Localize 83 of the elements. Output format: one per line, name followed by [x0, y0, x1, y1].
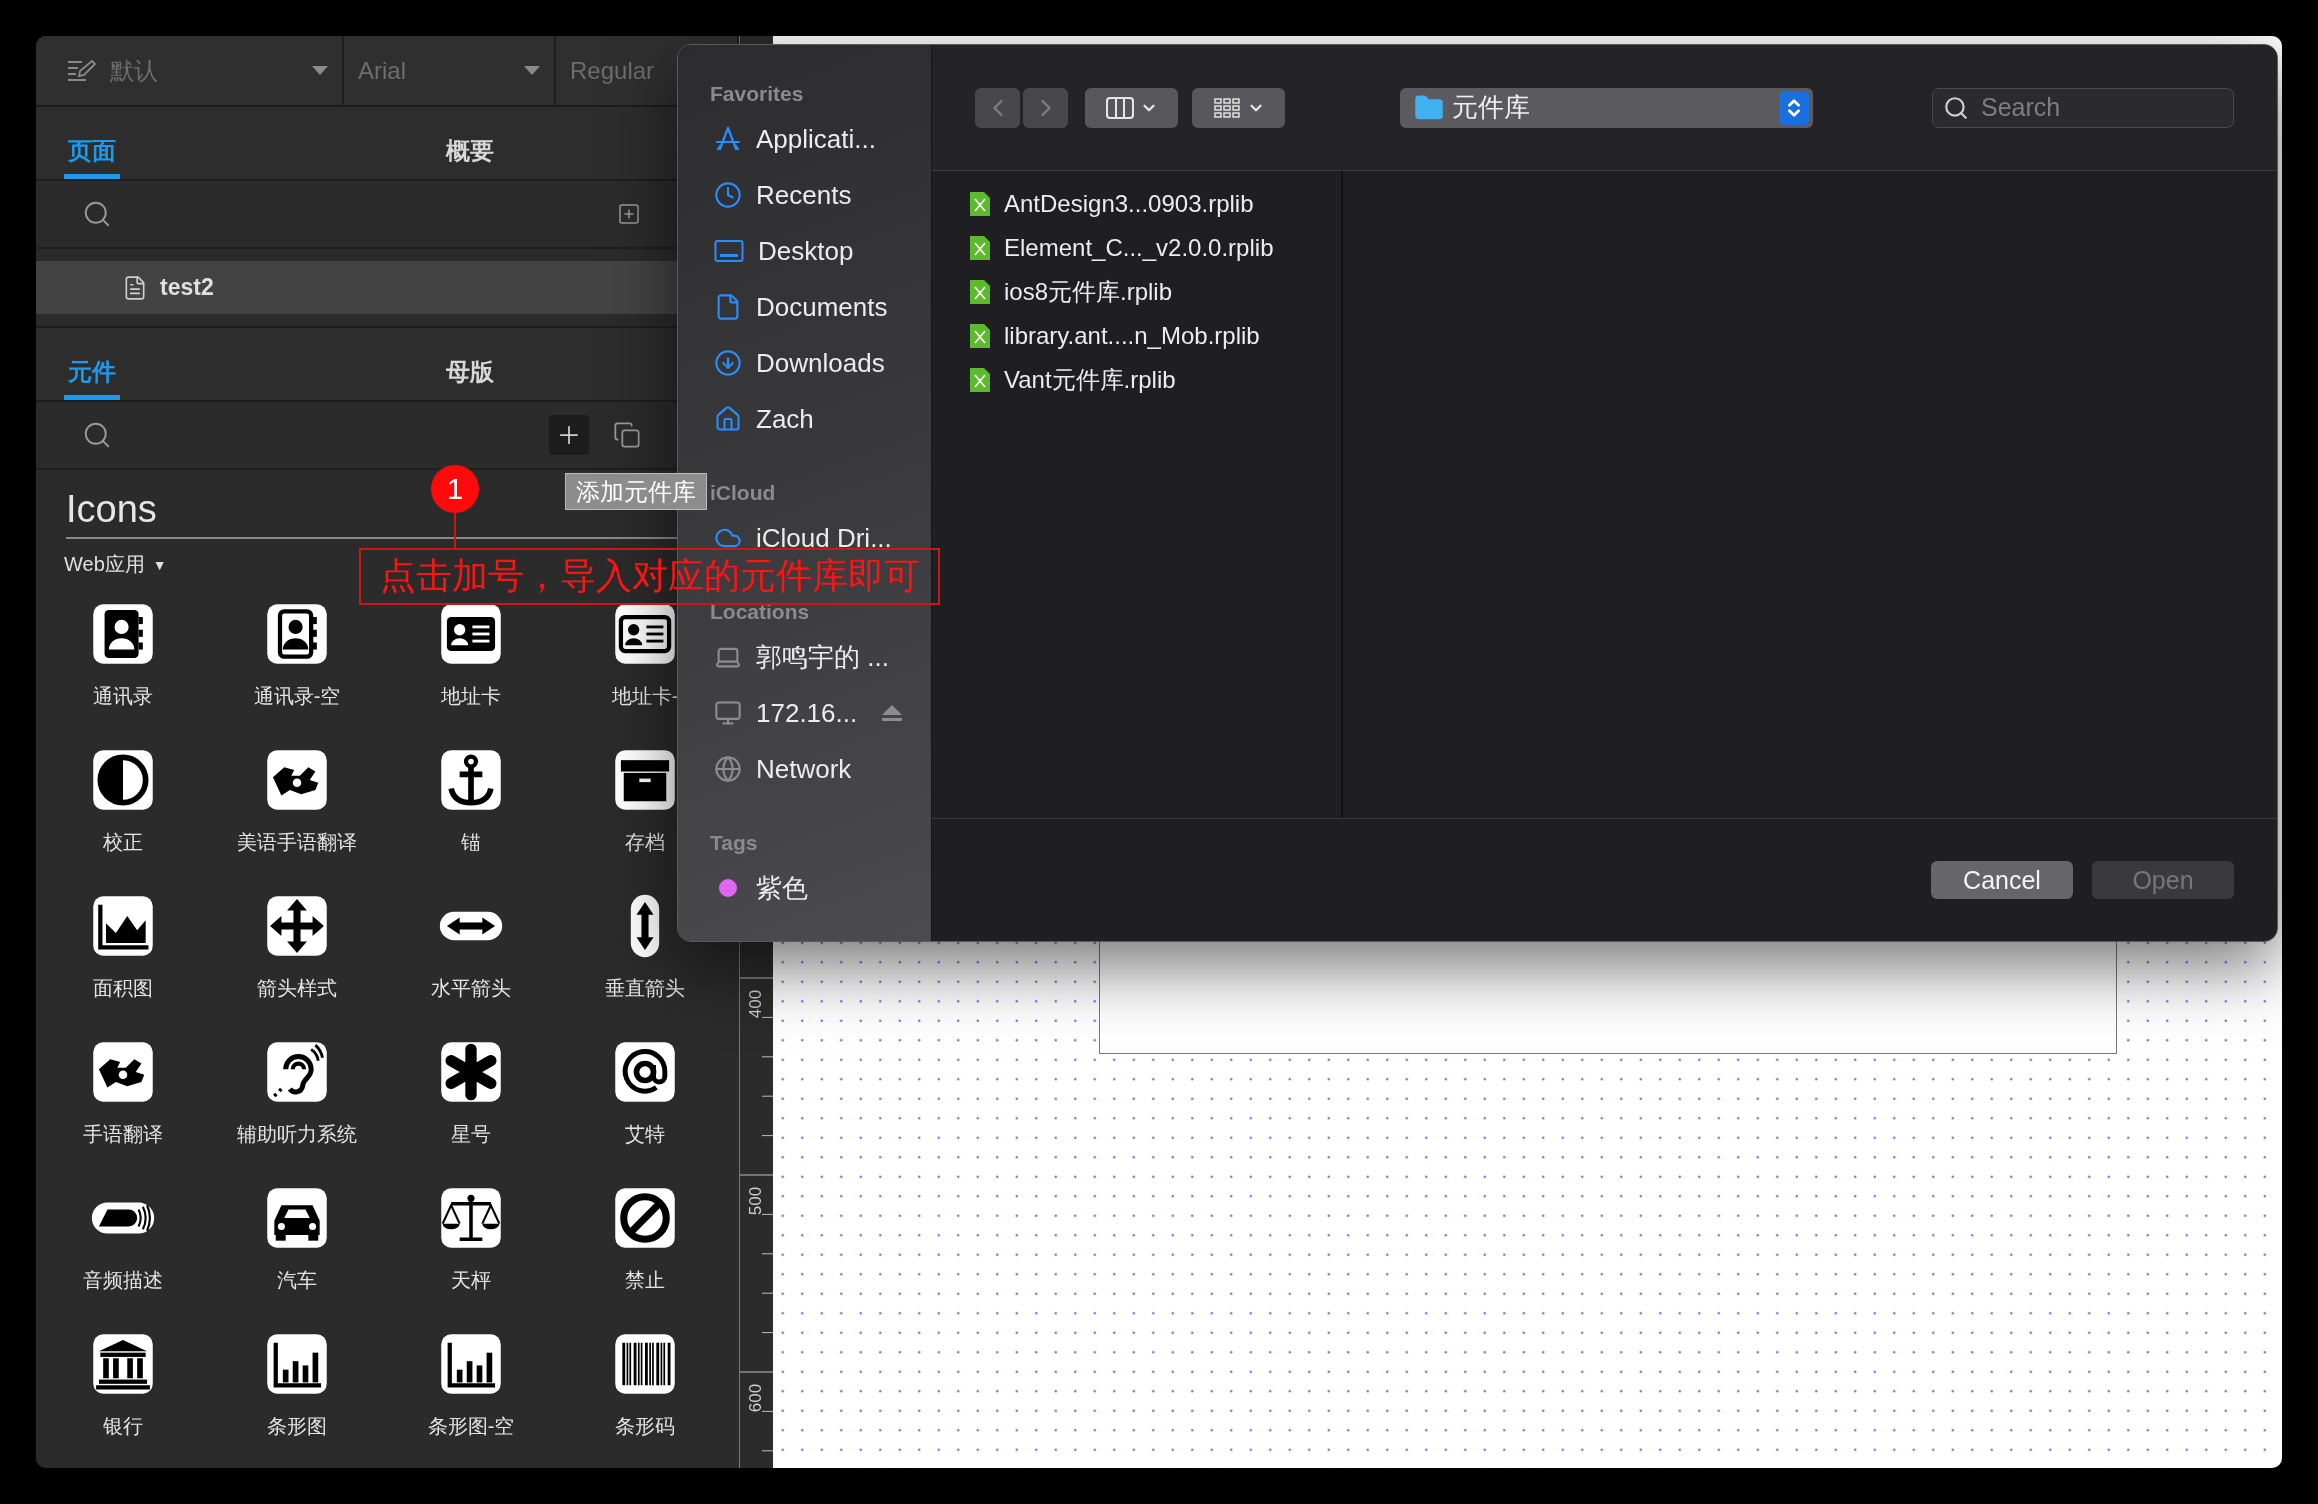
icon-label: 美语手语翻译 [237, 830, 357, 854]
icon-label: 通讯录 [93, 684, 153, 708]
icon-label: 箭头样式 [257, 976, 337, 1000]
sidebar-heading: Tags [710, 830, 758, 856]
desktop-icon [714, 239, 744, 263]
tooltip: 添加元件库 [565, 473, 707, 510]
search-icon [1943, 94, 1969, 121]
edit-icon[interactable] [66, 57, 96, 84]
icon-label: 艾特 [625, 1122, 665, 1146]
search-icon[interactable] [82, 199, 112, 229]
icon-label: 垂直箭头 [605, 976, 685, 1000]
monitor-icon [714, 699, 742, 727]
sidebar-item[interactable]: 紫色 [678, 860, 931, 916]
search-box[interactable]: Search [1932, 87, 2234, 128]
panel-tab[interactable]: 概要 [442, 135, 498, 179]
column-view-button[interactable] [1085, 87, 1178, 128]
icon-label: 辅助听力系统 [237, 1122, 357, 1146]
sidebar-item[interactable]: 172.16... [678, 685, 931, 741]
sidebar-heading: Favorites [710, 81, 804, 107]
sidebar-item[interactable]: Zach [678, 391, 931, 447]
grid-view-button[interactable] [1192, 87, 1285, 128]
eject-icon[interactable] [881, 704, 904, 722]
ruler-label: 600 [746, 1382, 766, 1415]
icon-label: 地址卡 [441, 684, 501, 708]
stepper-icon [1779, 90, 1809, 125]
category-dropdown[interactable]: Web应用 ▼ [64, 551, 167, 578]
icon-label: 条形图 [267, 1414, 327, 1438]
spreadsheet-file-icon [970, 236, 990, 260]
icon-label: 通讯录-空 [253, 684, 341, 708]
icon-label: 校正 [103, 830, 143, 854]
icon-label: 面积图 [93, 976, 153, 1000]
search-icon[interactable] [82, 420, 112, 450]
caret-icon [524, 66, 540, 75]
icon-label: 音频描述 [83, 1268, 163, 1292]
location-popup[interactable]: 元件库 [1400, 87, 1813, 128]
dialog-button[interactable]: Cancel [1931, 861, 2073, 899]
icon-label: 禁止 [625, 1268, 665, 1292]
spreadsheet-file-icon [970, 280, 990, 304]
icon-label: 锚 [461, 830, 481, 854]
apps-icon [714, 125, 742, 153]
spreadsheet-file-icon [970, 324, 990, 348]
icon-label: 条形码 [615, 1414, 675, 1438]
file-row[interactable]: Vant元件库.rplib [932, 358, 1341, 402]
icon-label: 存档 [625, 830, 665, 854]
file-row[interactable]: ios8元件库.rplib [932, 270, 1341, 314]
spreadsheet-file-icon [970, 368, 990, 392]
add-library-button[interactable] [549, 415, 589, 455]
icon-label: 星号 [451, 1122, 491, 1146]
sidebar-item[interactable]: Applicati... [678, 111, 931, 167]
grid-icon [1212, 96, 1241, 119]
panel-tab[interactable]: 页面 [64, 135, 120, 179]
icon-label: 银行 [103, 1414, 143, 1438]
sidebar-item[interactable]: Recents [678, 167, 931, 223]
add-page-icon[interactable] [617, 202, 641, 226]
icon-label: 手语翻译 [83, 1122, 163, 1146]
sidebar-item[interactable]: Network [678, 741, 931, 797]
file-row[interactable]: Element_C..._v2.0.0.rplib [932, 226, 1341, 270]
spreadsheet-file-icon [970, 192, 990, 216]
callout-text: 点击加号，导入对应的元件库即可 [359, 548, 940, 605]
clock-icon [714, 181, 742, 209]
columns-icon [1105, 96, 1134, 119]
back-button[interactable] [975, 87, 1020, 128]
stack-icon[interactable] [613, 421, 641, 449]
ruler-label: 400 [746, 988, 766, 1021]
caret-icon [312, 66, 328, 75]
panel-tab[interactable]: 元件 [64, 356, 120, 400]
sidebar-item[interactable]: 郭鸣宇的 ... [678, 629, 931, 685]
icon-label: 汽车 [277, 1268, 317, 1292]
icon-label: 水平箭头 [431, 976, 511, 1000]
icon-label: 天枰 [451, 1268, 491, 1292]
ruler-label: 500 [746, 1185, 766, 1218]
sidebar-item[interactable]: Downloads [678, 335, 931, 391]
globe-icon [714, 755, 742, 783]
icon-label: 条形图-空 [427, 1414, 515, 1438]
panel-tab[interactable]: 母版 [442, 356, 498, 400]
home-icon [714, 405, 742, 433]
page-name: test2 [160, 274, 214, 301]
file-row[interactable]: AntDesign3...0903.rplib [932, 182, 1341, 226]
download-icon [714, 349, 742, 377]
forward-button[interactable] [1023, 87, 1068, 128]
leader-line [454, 513, 456, 548]
search-field[interactable]: Search [1979, 92, 2223, 123]
file-row[interactable]: library.ant....n_Mob.rplib [932, 314, 1341, 358]
